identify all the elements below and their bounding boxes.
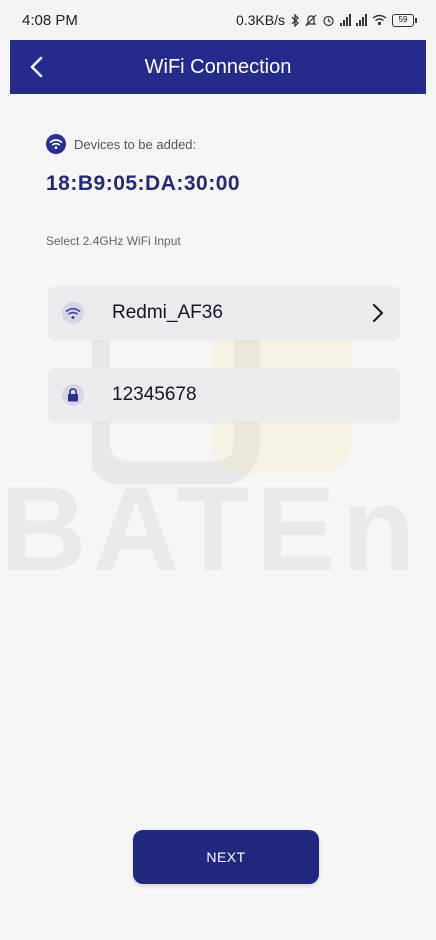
device-label-row: Devices to be added: [46, 134, 196, 154]
status-bar: 4:08 PM 0.3KB/s 59 [0, 0, 436, 40]
status-icons: 59 [291, 13, 417, 27]
mute-icon [305, 14, 317, 26]
device-label: Devices to be added: [74, 136, 197, 152]
wifi-icon [62, 302, 84, 324]
status-right: 0.3KB/s 59 [235, 12, 417, 28]
battery-icon: 59 [392, 13, 417, 27]
chevron-right-icon [372, 303, 384, 323]
network-speed: 0.3KB/s [235, 12, 285, 28]
alarm-icon [323, 15, 334, 26]
wifi-password: 12345678 [112, 384, 197, 405]
wifi-password-field[interactable]: 12345678 [48, 368, 400, 422]
lock-icon [62, 384, 84, 406]
wifi-ssid-selector[interactable]: Redmi_AF36 [48, 286, 400, 340]
bluetooth-icon [291, 13, 299, 27]
page-content: Devices to be added: 18:B9:05:DA:30:00 S… [10, 94, 426, 940]
device-mac-address: 18:B9:05:DA:30:00 [46, 172, 241, 195]
status-time: 4:08 PM [22, 11, 78, 29]
wifi-badge-icon [46, 134, 66, 154]
signal-icon [340, 14, 351, 26]
page-title: WiFi Connection [144, 56, 292, 78]
next-button[interactable]: NEXT [133, 830, 319, 884]
wifi-icon [372, 14, 387, 26]
app-bar: WiFi Connection [10, 40, 426, 94]
signal-icon [356, 14, 367, 26]
wifi-ssid: Redmi_AF36 [112, 302, 223, 323]
wifi-hint: Select 2.4GHz WiFi Input [46, 234, 181, 248]
